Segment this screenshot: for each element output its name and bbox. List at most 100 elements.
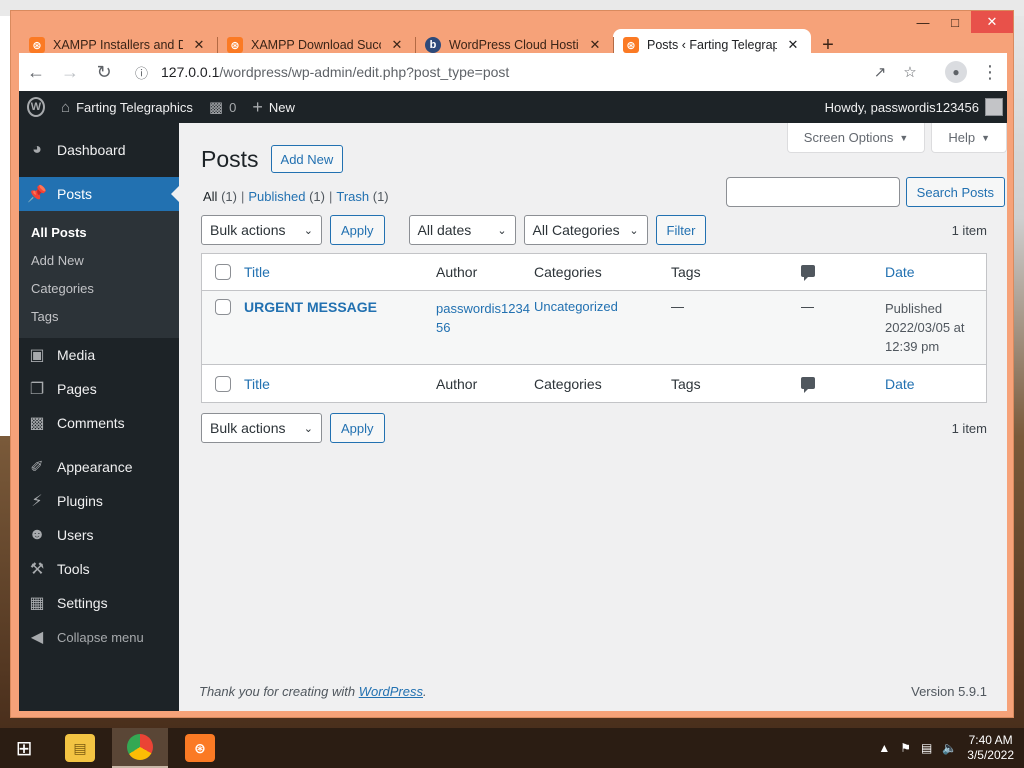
post-title-link[interactable]: URGENT MESSAGE xyxy=(244,299,377,315)
sidebar-item-tools[interactable]: ⚒ Tools xyxy=(19,552,179,586)
select-all-checkbox[interactable] xyxy=(215,264,231,280)
post-status: Published xyxy=(885,301,943,316)
post-tags: — xyxy=(671,299,684,314)
xampp-icon: ⊛ xyxy=(227,37,243,53)
sidebar-item-pages[interactable]: ❐ Pages xyxy=(19,372,179,406)
site-name-menu[interactable]: ⌂ Farting Telegraphics xyxy=(53,91,201,123)
sidebar-item-dashboard[interactable]: ◕ Dashboard xyxy=(19,133,179,167)
xampp-icon: ⊛ xyxy=(185,734,215,762)
submenu-categories[interactable]: Categories xyxy=(19,274,179,302)
filter-button[interactable]: Filter xyxy=(655,215,707,245)
wordpress-link[interactable]: WordPress xyxy=(359,684,423,699)
add-new-post-button[interactable]: Add New xyxy=(270,145,344,173)
comments-column-icon[interactable] xyxy=(801,376,815,393)
menu-kebab-icon[interactable]: ⋮ xyxy=(973,55,1007,89)
sidebar-item-plugins[interactable]: ⚡ Plugins xyxy=(19,484,179,518)
profile-icon[interactable]: ● xyxy=(945,61,967,83)
submenu-all-posts[interactable]: All Posts xyxy=(19,218,179,246)
submenu-add-new[interactable]: Add New xyxy=(19,246,179,274)
share-icon[interactable]: ↗ xyxy=(865,63,895,81)
row-checkbox[interactable] xyxy=(215,299,231,315)
my-account-menu[interactable]: Howdy, passwordis123456 xyxy=(825,98,1007,116)
screen-options-button[interactable]: Screen Options ▼ xyxy=(786,123,926,153)
bookmark-star-icon[interactable]: ☆ xyxy=(895,63,925,81)
paintbrush-icon: ✐ xyxy=(30,459,44,476)
submenu-tags[interactable]: Tags xyxy=(19,302,179,330)
tablenav-top: Bulk actions ⌄ Apply All dates ⌄ All Categ… xyxy=(201,215,987,245)
maximize-button[interactable]: □ xyxy=(939,11,971,33)
window-controls: — □ ✕ xyxy=(907,11,1013,33)
tab-close-icon[interactable]: ✕ xyxy=(785,37,801,53)
pages-icon: ❐ xyxy=(29,381,45,398)
tablenav-bottom: Bulk actions ⌄ Apply 1 item xyxy=(201,413,987,443)
post-category-link[interactable]: Uncategorized xyxy=(534,299,618,314)
bulk-actions-select[interactable]: Bulk actions ⌄ xyxy=(201,215,322,245)
tags-column-header: Tags xyxy=(671,375,701,392)
title-column-sort[interactable]: Title xyxy=(244,376,270,392)
tab-title: Posts ‹ Farting Telegraphi xyxy=(647,38,777,52)
tab-close-icon[interactable]: ✕ xyxy=(191,37,207,53)
file-explorer-taskbar-button[interactable]: ▤ xyxy=(52,728,108,768)
system-tray: ▲ ⚑ ▤ 🔈 7:40 AM 3/5/2022 xyxy=(878,733,1024,763)
back-button[interactable]: ← xyxy=(19,55,53,89)
collapse-menu-button[interactable]: ◀ Collapse menu xyxy=(19,620,179,654)
select-all-checkbox-footer[interactable] xyxy=(215,375,231,392)
sidebar-item-media[interactable]: ▣ Media xyxy=(19,338,179,372)
search-input[interactable] xyxy=(725,177,900,207)
sidebar-item-appearance[interactable]: ✐ Appearance xyxy=(19,450,179,484)
network-icon[interactable]: ▤ xyxy=(921,741,932,755)
clock[interactable]: 7:40 AM 3/5/2022 xyxy=(967,733,1014,763)
xampp-taskbar-button[interactable]: ⊛ xyxy=(172,728,228,768)
plug-icon: ⚡ xyxy=(31,493,43,510)
apply-button-bottom[interactable]: Apply xyxy=(330,413,385,443)
chevron-down-icon: ⌄ xyxy=(303,422,313,435)
view-all[interactable]: All (1) xyxy=(203,189,237,204)
windows-start-icon[interactable]: ⊞ xyxy=(0,728,48,768)
table-row: URGENT MESSAGE passwordis123456 Uncatego… xyxy=(202,291,986,365)
items-count: 1 item xyxy=(951,222,987,238)
wp-logo-menu[interactable]: W xyxy=(19,91,53,123)
tray-overflow-icon[interactable]: ▲ xyxy=(878,741,890,755)
address-bar[interactable]: ⓘ 127.0.0.1/wordpress/wp-admin/edit.php?… xyxy=(127,57,933,87)
comments-menu[interactable]: ▩ 0 xyxy=(201,91,244,123)
sidebar-item-comments[interactable]: ▩ Comments xyxy=(19,406,179,440)
collapse-label: Collapse menu xyxy=(57,629,144,645)
sidebar-item-label: Appearance xyxy=(57,459,133,475)
categories-column-header: Categories xyxy=(534,375,602,392)
date-column-sort[interactable]: Date xyxy=(885,376,915,392)
sidebar-item-settings[interactable]: ▦ Settings xyxy=(19,586,179,620)
sidebar-item-users[interactable]: ☻ Users xyxy=(19,518,179,552)
close-window-button[interactable]: ✕ xyxy=(971,11,1013,33)
sidebar-item-posts[interactable]: 📌 Posts xyxy=(19,177,179,211)
title-column-sort[interactable]: Title xyxy=(244,264,270,280)
main-content: Screen Options ▼ Help ▼ Posts Add New All … xyxy=(179,123,1007,711)
minimize-button[interactable]: — xyxy=(907,11,939,33)
help-button[interactable]: Help ▼ xyxy=(931,123,1007,153)
info-icon[interactable]: ⓘ xyxy=(135,63,153,82)
comment-bubble-icon: ▩ xyxy=(208,99,224,116)
items-count: 1 item xyxy=(951,420,987,436)
post-author-link[interactable]: passwordis123456 xyxy=(436,301,530,335)
view-trash[interactable]: Trash (1) xyxy=(336,189,388,204)
author-column-header: Author xyxy=(436,375,478,392)
wordpress-icon: b xyxy=(425,37,441,53)
tab-close-icon[interactable]: ✕ xyxy=(587,37,603,53)
volume-muted-icon[interactable]: 🔈 xyxy=(942,741,957,755)
categories-filter-select[interactable]: All Categories ⌄ xyxy=(523,215,648,245)
new-content-menu[interactable]: + New xyxy=(244,91,303,123)
reload-button[interactable]: ↻ xyxy=(87,55,121,89)
tab-close-icon[interactable]: ✕ xyxy=(389,37,405,53)
bulk-actions-select-bottom[interactable]: Bulk actions ⌄ xyxy=(201,413,322,443)
apply-button[interactable]: Apply xyxy=(330,215,385,245)
table-header-row: Title Author Categories Tags Date xyxy=(202,254,986,291)
date-column-sort[interactable]: Date xyxy=(885,264,915,280)
forward-button[interactable]: → xyxy=(53,55,87,89)
chrome-taskbar-button[interactable] xyxy=(112,728,168,768)
flag-icon[interactable]: ⚑ xyxy=(900,741,911,755)
view-published[interactable]: Published (1) xyxy=(248,189,325,204)
windows-taskbar: ⊞ ▤ ⊛ ▲ ⚑ ▤ 🔈 7:40 AM 3/5/2022 xyxy=(0,728,1024,768)
comments-column-icon[interactable] xyxy=(801,265,815,281)
dates-filter-select[interactable]: All dates ⌄ xyxy=(408,215,516,245)
search-posts-button[interactable]: Search Posts xyxy=(905,177,1005,207)
chrome-icon xyxy=(127,734,153,760)
